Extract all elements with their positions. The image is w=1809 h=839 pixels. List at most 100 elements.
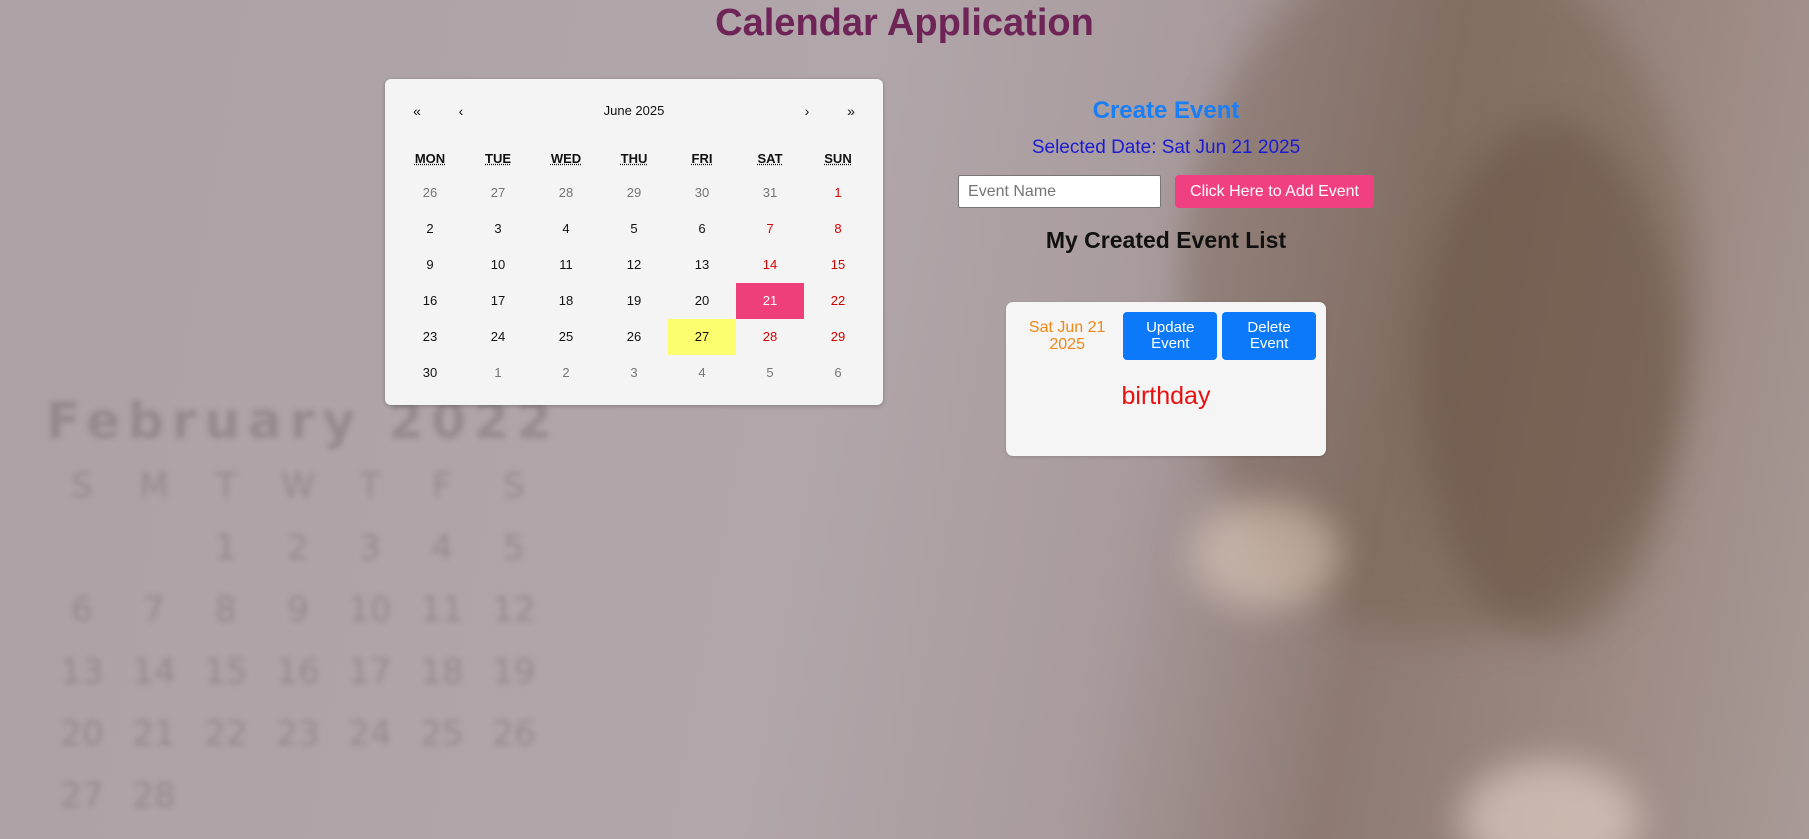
background-day: 21 [132,714,176,754]
calendar-day[interactable]: 28 [736,319,804,355]
calendar-day[interactable]: 19 [600,283,668,319]
weekday-label: TUE [464,143,532,175]
calendar-day[interactable]: 7 [736,211,804,247]
background-day: 26 [492,714,536,754]
calendar-day[interactable]: 31 [736,175,804,211]
weekday-abbr: SUN [824,151,852,166]
calendar-day[interactable]: 27 [464,175,532,211]
calendar-day[interactable]: 15 [804,247,872,283]
weekday-header: MON TUE WED THU FRI SAT SUN [396,143,883,175]
background-weekday: W [281,466,315,506]
add-event-button[interactable]: Click Here to Add Event [1175,175,1374,208]
event-date: Sat Jun 21 2025 [1028,319,1106,353]
background-weekday: T [215,466,237,506]
calendar-day[interactable]: 29 [600,175,668,211]
background-day: 27 [60,776,104,816]
calendar-day[interactable]: 4 [532,211,600,247]
calendar-day[interactable]: 30 [668,175,736,211]
background-day: 14 [132,652,176,692]
event-name: birthday [1121,382,1211,410]
calendar-day[interactable]: 25 [532,319,600,355]
background-day: 22 [204,714,248,754]
weekday-label: FRI [668,143,736,175]
event-list-title: My Created Event List [1045,227,1287,253]
calendar-day[interactable]: 29 [804,319,872,355]
update-event-button[interactable]: Update Event [1123,312,1218,360]
calendar-day[interactable]: 8 [804,211,872,247]
calendar-day[interactable]: 2 [532,355,600,391]
calendar-day[interactable]: 2 [396,211,464,247]
background-day: 6 [71,590,93,630]
next-year-button[interactable]: » [829,95,873,127]
calendar-navigation: « ‹ June 2025 › » [385,79,883,143]
calendar-day[interactable]: 10 [464,247,532,283]
event-card-header: Sat Jun 21 2025 Update Event Delete Even… [1006,302,1326,360]
day-grid: 26 27 28 29 30 31 1 2 3 4 5 6 7 8 9 10 11 12 13 14 15 16 17 18 1… [396,175,883,391]
calendar-day[interactable]: 26 [600,319,668,355]
calendar-day[interactable]: 28 [532,175,600,211]
weekday-label: SAT [736,143,804,175]
background-day: 5 [503,528,525,568]
calendar-day[interactable]: 30 [396,355,464,391]
app-title: Calendar Application [715,2,1094,44]
background-day: 18 [420,652,464,692]
weekday-abbr: WED [550,151,582,166]
background-day: 9 [287,590,309,630]
background-day: 28 [132,776,176,816]
add-event-row: Click Here to Add Event [900,175,1432,208]
weekday-label: WED [532,143,600,175]
weekday-abbr: THU [620,151,648,166]
background-day [118,528,190,568]
calendar-day[interactable]: 14 [736,247,804,283]
calendar-day[interactable]: 21 [736,283,804,319]
background-day: 19 [492,652,536,692]
calendar-day[interactable]: 17 [464,283,532,319]
calendar-day[interactable]: 12 [600,247,668,283]
calendar-day[interactable]: 4 [668,355,736,391]
calendar-day[interactable]: 16 [396,283,464,319]
calendar-day[interactable]: 1 [804,175,872,211]
calendar-day[interactable]: 27 [668,319,736,355]
background-day: 20 [60,714,104,754]
background-day: 11 [420,590,464,630]
background-day: 7 [143,590,165,630]
calendar-day[interactable]: 11 [532,247,600,283]
weekday-abbr: FRI [691,151,713,166]
calendar-day[interactable]: 5 [736,355,804,391]
background-day: 10 [348,590,392,630]
calendar-day[interactable]: 6 [668,211,736,247]
background-weekday: M [139,466,169,506]
background-flower-shape [1460,760,1640,839]
background-day: 12 [492,590,536,630]
background-day: 25 [420,714,464,754]
weekday-abbr: MON [414,151,446,166]
next-month-button[interactable]: › [785,95,829,127]
calendar-day[interactable]: 3 [464,211,532,247]
calendar-day[interactable]: 9 [396,247,464,283]
weekday-abbr: SAT [757,151,783,166]
background-day: 2 [287,528,309,568]
calendar-day[interactable]: 13 [668,247,736,283]
calendar-day[interactable]: 18 [532,283,600,319]
background-day: 4 [431,528,453,568]
calendar-day[interactable]: 5 [600,211,668,247]
weekday-label: MON [396,143,464,175]
calendar-day[interactable]: 20 [668,283,736,319]
calendar-day[interactable]: 23 [396,319,464,355]
background-plant-shape [1420,120,1680,640]
calendar-day[interactable]: 24 [464,319,532,355]
background-day: 13 [60,652,104,692]
background-day [46,528,118,568]
event-name-input[interactable] [958,175,1162,208]
calendar-day[interactable]: 26 [396,175,464,211]
delete-event-button[interactable]: Delete Event [1222,312,1316,360]
background-weekday: S [71,466,93,506]
calendar-day[interactable]: 6 [804,355,872,391]
background-day: 24 [348,714,392,754]
calendar-day[interactable]: 22 [804,283,872,319]
calendar-day[interactable]: 3 [600,355,668,391]
event-card: Sat Jun 21 2025 Update Event Delete Even… [1006,302,1326,456]
weekday-abbr: TUE [485,151,511,166]
create-event-title: Create Event [1092,97,1240,124]
calendar-day[interactable]: 1 [464,355,532,391]
